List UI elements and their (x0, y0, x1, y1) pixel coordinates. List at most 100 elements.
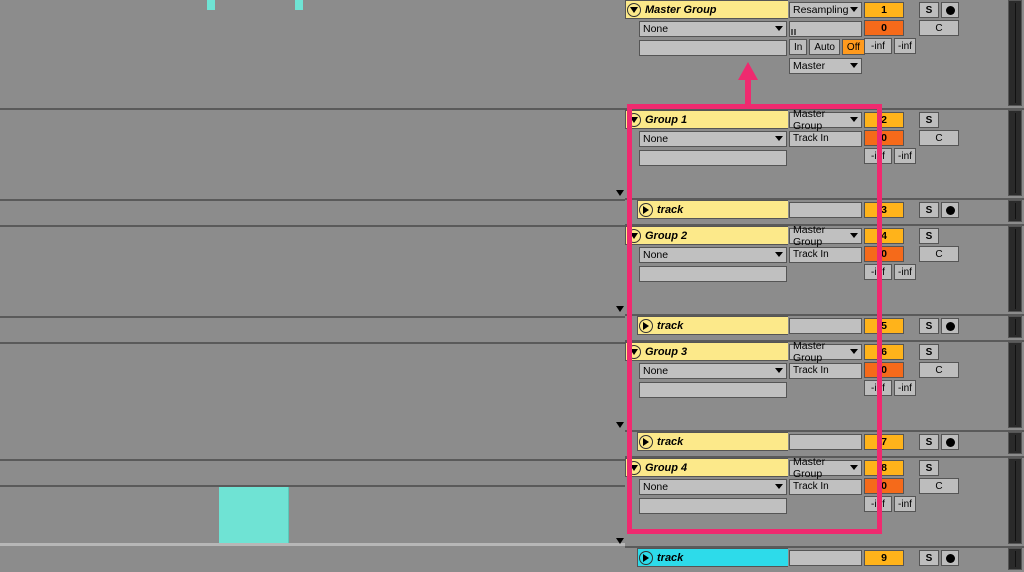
monitor-off-button[interactable]: Off (842, 39, 865, 55)
track-activator[interactable]: 7 (864, 434, 904, 450)
volume-field-l[interactable]: -inf (864, 496, 892, 512)
fold-toggle-icon[interactable] (627, 345, 641, 359)
audio-to-sub[interactable]: Track In (789, 363, 862, 379)
play-icon[interactable] (639, 435, 653, 449)
record-arm-button[interactable] (941, 318, 959, 334)
midi-channel-field[interactable] (639, 382, 787, 398)
pan-c-button[interactable]: C (919, 130, 959, 146)
track-header-master[interactable]: Master Group (625, 0, 788, 19)
track-header-child[interactable]: track (637, 316, 788, 335)
track-header-child[interactable]: track (637, 432, 788, 451)
loop-start-marker[interactable] (207, 0, 215, 10)
midi-channel-field[interactable] (639, 40, 787, 56)
audio-to-sub[interactable]: Track In (789, 479, 862, 495)
midi-from-dropdown[interactable]: None (639, 479, 787, 495)
chevron-down-icon (775, 368, 783, 373)
track-activator[interactable]: 3 (864, 202, 904, 218)
fold-toggle-icon[interactable] (627, 229, 641, 243)
audio-to-value: Master Group (793, 108, 850, 132)
play-icon[interactable] (639, 203, 653, 217)
track-header-group[interactable]: Group 4 (625, 458, 788, 477)
monitor-auto-button[interactable]: Auto (809, 39, 840, 55)
midi-channel-field[interactable] (639, 498, 787, 514)
send-knob[interactable]: 0 (864, 478, 904, 494)
record-arm-button[interactable] (941, 202, 959, 218)
track-activator[interactable]: 5 (864, 318, 904, 334)
midi-from-dropdown[interactable]: None (639, 363, 787, 379)
track-activator[interactable]: 4 (864, 228, 904, 244)
audio-to-dropdown[interactable]: Master Group (789, 344, 862, 360)
record-arm-button[interactable] (941, 2, 959, 18)
solo-button[interactable]: S (919, 460, 939, 476)
play-icon[interactable] (639, 319, 653, 333)
track-header-group[interactable]: Group 3 (625, 342, 788, 361)
group-collapse-icon[interactable] (616, 422, 624, 428)
volume-field-r[interactable]: -inf (894, 148, 916, 164)
track-activator[interactable]: 8 (864, 460, 904, 476)
monitor-in-button[interactable]: In (789, 39, 807, 55)
track-activator[interactable]: 9 (864, 550, 904, 566)
volume-field-r[interactable]: -inf (894, 264, 916, 280)
midi-channel-field[interactable] (639, 266, 787, 282)
volume-field-r[interactable]: -inf (894, 38, 916, 54)
clip-slot[interactable] (789, 318, 862, 334)
clip-slot[interactable] (789, 434, 862, 450)
solo-button[interactable]: S (919, 202, 939, 218)
pan-c-button[interactable]: C (919, 246, 959, 262)
clip-slot[interactable] (789, 550, 862, 566)
midi-from-dropdown[interactable]: None (639, 247, 787, 263)
solo-button[interactable]: S (919, 112, 939, 128)
track-header-group[interactable]: Group 1 (625, 110, 788, 129)
audio-clip[interactable] (219, 487, 289, 543)
track-header-group[interactable]: Group 2 (625, 226, 788, 245)
group-collapse-icon[interactable] (616, 538, 624, 544)
track-header-child[interactable]: track (637, 200, 788, 219)
volume-field-l[interactable]: -inf (864, 264, 892, 280)
group-collapse-icon[interactable] (616, 190, 624, 196)
pan-c-button[interactable]: C (919, 362, 959, 378)
track-activator[interactable]: 1 (864, 2, 904, 18)
track-activator[interactable]: 6 (864, 344, 904, 360)
solo-button[interactable]: S (919, 434, 939, 450)
midi-from-value: None (643, 481, 668, 493)
audio-to-dropdown[interactable]: Resampling (789, 2, 862, 18)
solo-button[interactable]: S (919, 550, 939, 566)
track-header-child[interactable]: track (637, 548, 788, 567)
record-arm-button[interactable] (941, 550, 959, 566)
audio-to-sub[interactable]: Track In (789, 131, 862, 147)
audio-to-sub[interactable]: Track In (789, 247, 862, 263)
chevron-down-icon (850, 117, 858, 122)
solo-button[interactable]: S (919, 318, 939, 334)
play-icon[interactable] (639, 551, 653, 565)
pan-c-button[interactable]: C (919, 478, 959, 494)
send-knob[interactable]: 0 (864, 246, 904, 262)
volume-field-l[interactable]: -inf (864, 380, 892, 396)
midi-channel-field[interactable] (639, 150, 787, 166)
group-collapse-icon[interactable] (616, 306, 624, 312)
solo-button[interactable]: S (919, 344, 939, 360)
send-knob[interactable]: 0 (864, 130, 904, 146)
loop-end-marker[interactable] (295, 0, 303, 10)
solo-button[interactable]: S (919, 2, 939, 18)
clip-slot[interactable] (789, 202, 862, 218)
audio-to-dropdown[interactable]: Master Group (789, 228, 862, 244)
volume-field-l[interactable]: -inf (864, 38, 892, 54)
volume-field-l[interactable]: -inf (864, 148, 892, 164)
pan-c-button[interactable]: C (919, 20, 959, 36)
midi-from-dropdown[interactable]: None (639, 131, 787, 147)
fold-toggle-icon[interactable] (627, 3, 641, 17)
solo-button[interactable]: S (919, 228, 939, 244)
arrangement-area[interactable] (0, 0, 625, 546)
audio-to-dropdown[interactable]: Master Group (789, 460, 862, 476)
fold-toggle-icon[interactable] (627, 461, 641, 475)
output-dropdown[interactable]: Master (789, 58, 862, 74)
volume-field-r[interactable]: -inf (894, 496, 916, 512)
volume-field-r[interactable]: -inf (894, 380, 916, 396)
midi-from-dropdown[interactable]: None (639, 21, 787, 37)
fold-toggle-icon[interactable] (627, 113, 641, 127)
send-knob[interactable]: 0 (864, 20, 904, 36)
send-knob[interactable]: 0 (864, 362, 904, 378)
audio-to-dropdown[interactable]: Master Group (789, 112, 862, 128)
track-activator[interactable]: 2 (864, 112, 904, 128)
record-arm-button[interactable] (941, 434, 959, 450)
